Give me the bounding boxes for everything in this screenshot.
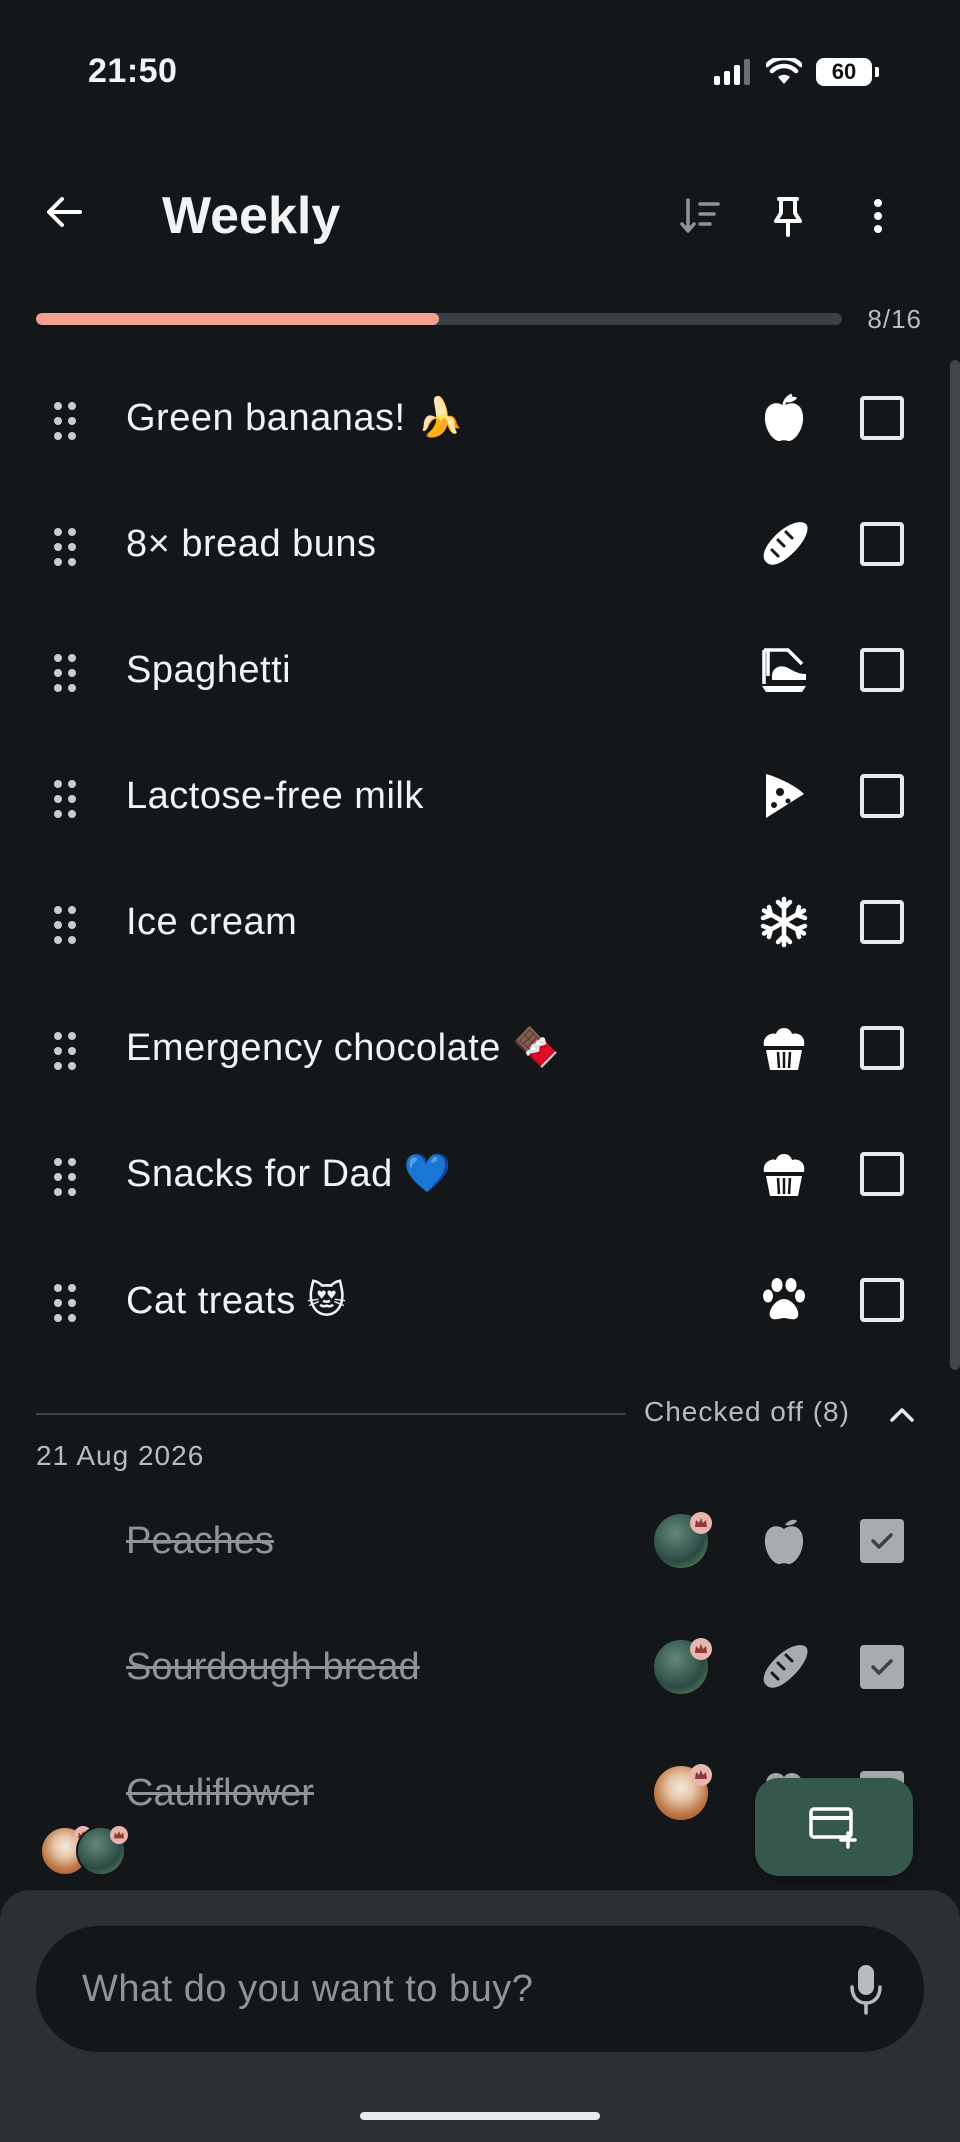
- item-checkbox[interactable]: [860, 522, 904, 566]
- item-label: Spaghetti: [126, 648, 292, 691]
- section-divider: [36, 1413, 626, 1415]
- item-label: Lactose-free milk: [126, 774, 424, 817]
- progress-bar: [36, 313, 842, 325]
- item-checkbox[interactable]: [860, 900, 904, 944]
- more-vert-icon: [874, 199, 882, 233]
- avatar: [654, 1638, 712, 1694]
- drag-handle-icon[interactable]: [54, 402, 80, 440]
- list-item[interactable]: Spaghetti: [0, 607, 960, 733]
- item-label: Ice cream: [126, 900, 298, 943]
- item-label: Cauliflower: [126, 1772, 314, 1814]
- input-placeholder: What do you want to buy?: [82, 1967, 534, 2010]
- arrow-left-icon: [47, 197, 82, 227]
- pin-button[interactable]: [760, 188, 816, 244]
- bread-icon: [756, 1639, 812, 1695]
- sort-icon: [680, 198, 720, 233]
- checked-date: 21 Aug 2026: [36, 1440, 205, 1471]
- sort-button[interactable]: [672, 188, 728, 244]
- cheese-icon[interactable]: [756, 768, 812, 824]
- bread-icon[interactable]: [756, 516, 812, 572]
- apple-icon[interactable]: [756, 390, 812, 446]
- collaborators[interactable]: [40, 1826, 140, 1876]
- page-title: Weekly: [162, 187, 341, 245]
- drag-handle-icon[interactable]: [54, 654, 80, 692]
- wifi-icon: [766, 58, 802, 84]
- drag-handle-icon[interactable]: [54, 906, 80, 944]
- item-label: Snacks for Dad 💙: [126, 1153, 452, 1195]
- mic-icon[interactable]: [848, 1963, 884, 2015]
- check-icon: [871, 1533, 893, 1549]
- cupcake-icon[interactable]: [756, 1146, 812, 1202]
- item-label: Green bananas! 🍌: [126, 397, 465, 439]
- progress-label: 8/16: [867, 304, 922, 334]
- snowflake-icon[interactable]: [756, 894, 812, 950]
- item-checkbox-checked[interactable]: [860, 1519, 904, 1563]
- checked-list-item[interactable]: Sourdough bread: [0, 1604, 960, 1730]
- list-item[interactable]: Emergency chocolate 🍫: [0, 985, 960, 1111]
- add-card-icon: [809, 1807, 857, 1849]
- add-list-button[interactable]: [755, 1778, 913, 1876]
- add-item-input[interactable]: What do you want to buy?: [36, 1926, 924, 2052]
- avatar: [76, 1826, 128, 1876]
- item-checkbox[interactable]: [860, 648, 904, 692]
- cupcake-icon[interactable]: [756, 1020, 812, 1076]
- drag-handle-icon[interactable]: [54, 1284, 80, 1322]
- drag-handle-icon[interactable]: [54, 528, 80, 566]
- crown-icon: [690, 1764, 712, 1786]
- avatar: [654, 1512, 712, 1568]
- pin-icon: [774, 197, 802, 237]
- paw-icon[interactable]: [756, 1272, 812, 1328]
- drag-handle-icon[interactable]: [54, 1158, 80, 1196]
- more-options-button[interactable]: [850, 188, 906, 244]
- checked-list-item[interactable]: Peaches: [0, 1478, 960, 1604]
- drag-handle-icon[interactable]: [54, 780, 80, 818]
- list-item[interactable]: Ice cream: [0, 859, 960, 985]
- chevron-up-icon[interactable]: [884, 1400, 920, 1430]
- list-item[interactable]: Lactose-free milk: [0, 733, 960, 859]
- item-checkbox[interactable]: [860, 774, 904, 818]
- crown-icon: [690, 1512, 712, 1534]
- item-label: Sourdough bread: [126, 1646, 420, 1688]
- list-item[interactable]: Cat treats 😻: [0, 1237, 960, 1363]
- item-label: Peaches: [126, 1520, 274, 1562]
- crown-icon: [110, 1826, 128, 1844]
- list-item[interactable]: Green bananas! 🍌: [0, 355, 960, 481]
- drag-handle-icon[interactable]: [54, 1032, 80, 1070]
- status-icons: 60: [714, 58, 879, 86]
- avatar: [654, 1764, 712, 1820]
- pasta-icon[interactable]: [756, 642, 812, 698]
- item-label: 8× bread buns: [126, 522, 377, 565]
- item-label: Cat treats 😻: [126, 1279, 347, 1322]
- back-button[interactable]: [36, 184, 92, 240]
- signal-icon: [714, 59, 750, 85]
- item-checkbox[interactable]: [860, 1152, 904, 1196]
- shopping-list: Green bananas! 🍌 8× bread buns Spaghetti…: [0, 355, 960, 1363]
- list-item[interactable]: 8× bread buns: [0, 481, 960, 607]
- item-checkbox[interactable]: [860, 1026, 904, 1070]
- apple-icon: [756, 1513, 812, 1569]
- battery-indicator: 60: [816, 58, 879, 86]
- item-checkbox[interactable]: [860, 1278, 904, 1322]
- list-item[interactable]: Snacks for Dad 💙: [0, 1111, 960, 1237]
- item-label: Emergency chocolate 🍫: [126, 1027, 560, 1069]
- checked-off-toggle[interactable]: Checked off (8): [644, 1396, 850, 1428]
- status-time: 21:50: [88, 52, 178, 90]
- crown-icon: [690, 1638, 712, 1660]
- item-checkbox[interactable]: [860, 396, 904, 440]
- item-checkbox-checked[interactable]: [860, 1645, 904, 1689]
- progress-fill: [36, 313, 439, 325]
- home-indicator[interactable]: [360, 2112, 600, 2120]
- check-icon: [871, 1659, 893, 1675]
